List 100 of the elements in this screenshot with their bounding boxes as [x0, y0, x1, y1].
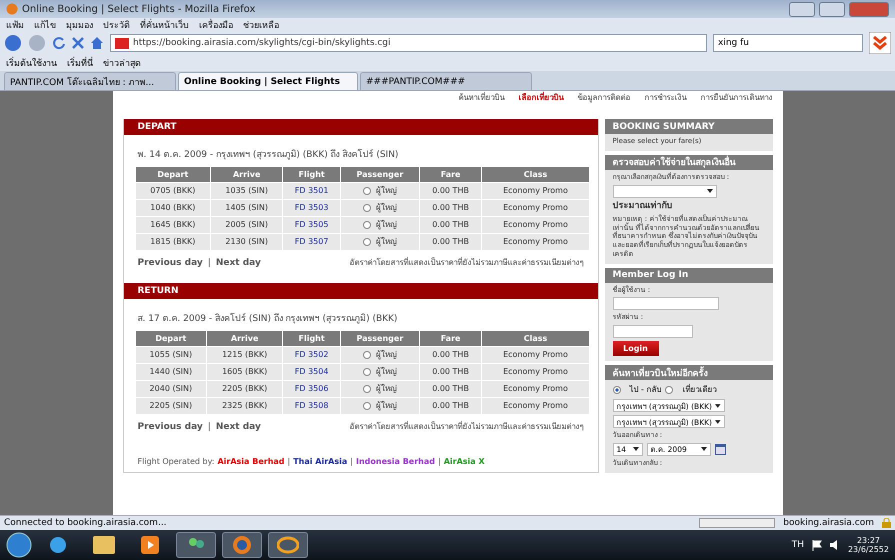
menu-item[interactable]: แก้ไข	[34, 18, 56, 32]
flight-link[interactable]: FD 3507	[282, 233, 341, 250]
maximize-button[interactable]	[819, 2, 845, 16]
table-cell: 2325 (BKK)	[206, 397, 283, 414]
next-day-link[interactable]: Next day	[216, 258, 261, 268]
flight-link[interactable]: FD 3502	[282, 346, 341, 364]
previous-day-link[interactable]: Previous day	[138, 258, 203, 268]
table-cell: 1035 (SIN)	[210, 182, 283, 200]
firefox-taskbar-icon[interactable]	[222, 532, 262, 558]
panel-title: BOOKING SUMMARY	[604, 119, 772, 134]
username-field[interactable]	[612, 297, 718, 310]
table-cell: 0705 (BKK)	[136, 182, 211, 200]
table-cell: 0.00 THB	[419, 182, 482, 200]
flight-link[interactable]: FD 3506	[282, 380, 341, 398]
browser-tab[interactable]: PANTIP.COM โต๊ะเฉลิมไทย : ภาพ...	[4, 72, 176, 90]
flight-link[interactable]: FD 3501	[282, 182, 341, 200]
radio-button[interactable]	[362, 385, 371, 393]
table-cell: Economy Promo	[482, 346, 589, 364]
table-cell: 2205 (SIN)	[136, 397, 207, 414]
step-link[interactable]: การชำระเงิน	[644, 92, 686, 104]
radio-button[interactable]	[362, 238, 371, 246]
language-indicator[interactable]: TH	[792, 540, 804, 550]
people-taskbar-icon[interactable]	[176, 532, 216, 558]
table-cell: Economy Promo	[482, 363, 589, 380]
home-icon[interactable]	[90, 36, 104, 50]
radio-button[interactable]	[362, 351, 371, 359]
radio-button[interactable]	[612, 386, 620, 394]
minimize-button[interactable]	[789, 2, 815, 16]
browser-tab[interactable]: Online Booking | Select Flights	[178, 72, 358, 90]
table-cell: 1405 (SIN)	[210, 199, 283, 216]
radio-button[interactable]	[362, 221, 371, 229]
browser-tab[interactable]: ###PANTIP.COM###	[360, 72, 532, 90]
column-header: Class	[482, 167, 589, 182]
table-cell: Economy Promo	[482, 233, 589, 250]
radio-button[interactable]	[665, 386, 674, 394]
menu-item[interactable]: แฟ้ม	[6, 18, 24, 32]
menu-item[interactable]: ประวัติ	[103, 18, 130, 32]
currency-dropdown[interactable]	[612, 184, 716, 198]
flight-link[interactable]: FD 3505	[282, 216, 341, 234]
next-day-link[interactable]: Next day	[216, 422, 261, 432]
passenger-label: ผู้ใหญ่	[376, 384, 397, 394]
search-field[interactable]: xing fu	[713, 34, 863, 52]
speaker-icon[interactable]	[830, 540, 840, 550]
radio-button[interactable]	[362, 402, 371, 410]
radio-button[interactable]	[362, 204, 371, 212]
window-title: Online Booking | Select Flights - Mozilla Firefox	[22, 4, 256, 14]
download-icon[interactable]	[869, 32, 891, 54]
route-text: ส. 17 ต.ค. 2009 - สิงคโปร์ (SIN) ถึง กรุงเทพฯ (สุวรรณภูมิ) (BKK)	[136, 312, 398, 326]
previous-day-link[interactable]: Previous day	[138, 422, 203, 432]
menu-item[interactable]: เครื่องมือ	[199, 18, 233, 32]
status-text: Connected to booking.airasia.com...	[4, 518, 168, 528]
table-cell: 2205 (BKK)	[206, 380, 283, 398]
date-text: 23/6/2552	[848, 545, 889, 554]
login-button[interactable]: Login	[612, 341, 658, 356]
carrier-link[interactable]: AirAsia X	[444, 457, 485, 466]
table-cell: Economy Promo	[482, 397, 589, 414]
table-cell: 0.00 THB	[419, 363, 482, 380]
menu-item[interactable]: มุมมอง	[66, 18, 93, 32]
carrier-link[interactable]: Thai AirAsia	[293, 457, 348, 466]
start-button[interactable]	[6, 532, 32, 558]
password-field[interactable]	[612, 325, 692, 338]
table-cell: 0.00 THB	[419, 397, 482, 414]
caret-icon	[706, 189, 712, 194]
status-host: booking.airasia.com	[783, 518, 874, 528]
reload-icon[interactable]	[52, 36, 66, 50]
close-button[interactable]	[849, 2, 889, 16]
column-header: Fare	[419, 167, 482, 182]
step-link[interactable]: ค้นหาเที่ยวบิน	[458, 92, 504, 104]
menu-item[interactable]: ที่คั่นหน้าเว็บ	[140, 18, 189, 32]
step-link[interactable]: การยืนยันการเดินทาง	[700, 92, 772, 104]
flight-link[interactable]: FD 3504	[282, 363, 341, 380]
flight-link[interactable]: FD 3508	[282, 397, 341, 414]
separator: |	[438, 457, 441, 466]
bookmark-link[interactable]: เริ่มที่นี่	[67, 56, 93, 70]
step-link[interactable]: ข้อมูลการติดต่อ	[578, 92, 630, 104]
carrier-link[interactable]: Indonesia Berhad	[356, 457, 435, 466]
radio-button[interactable]	[362, 187, 371, 195]
flight-link[interactable]: FD 3503	[282, 199, 341, 216]
separator: |	[208, 422, 211, 432]
bookmark-link[interactable]: เริ่มต้นใช้งาน	[6, 56, 57, 70]
separator: |	[350, 457, 353, 466]
passenger-label: ผู้ใหญ่	[376, 220, 397, 230]
menu-item[interactable]: ช่วยเหลือ	[243, 18, 279, 32]
chat-taskbar-icon[interactable]	[268, 532, 308, 558]
section-header: RETURN	[124, 283, 598, 300]
table-cell: 0.00 THB	[419, 216, 482, 234]
fare-note: อัตราค่าโดยสารที่แสดงเป็นราคาที่ยังไม่รวมภาษีและค่าธรรมเนียมต่างๆ	[350, 256, 584, 270]
radio-button[interactable]	[362, 368, 371, 376]
stop-icon[interactable]	[72, 37, 84, 49]
address-field[interactable]: https://booking.airasia.com/skylights/cgi-bin/skylights.cgi	[110, 34, 707, 52]
calendar-icon[interactable]	[714, 444, 726, 455]
bookmark-link[interactable]: ข่าวล่าสุด	[103, 56, 141, 70]
step-link[interactable]: เลือกเที่ยวบิน	[518, 92, 564, 104]
caret-icon	[714, 404, 720, 408]
flag-icon[interactable]	[812, 540, 822, 550]
panel-title: ค้นหาเที่ยวบินใหม่อีกครั้ง	[604, 365, 772, 380]
browser-icon	[6, 3, 18, 15]
table-cell: 2130 (SIN)	[210, 233, 283, 250]
carrier-link[interactable]: AirAsia Berhad	[217, 457, 285, 466]
table-cell: 1645 (BKK)	[136, 216, 211, 234]
